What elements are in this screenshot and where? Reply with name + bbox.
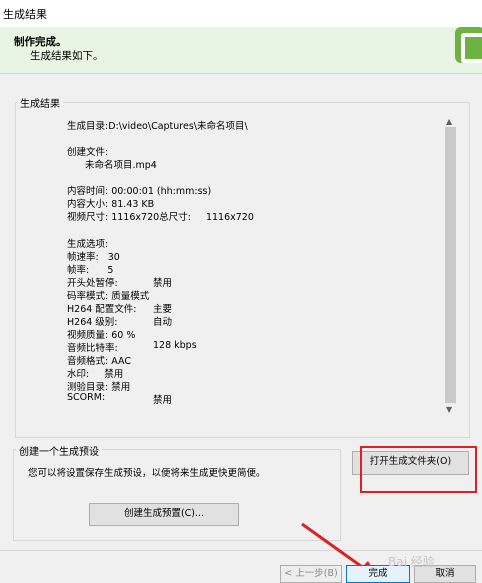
baidu-watermark: Bai 经验 xyxy=(388,555,435,569)
annotation-arrow-icon xyxy=(301,522,378,578)
back-button[interactable]: < 上一步(B) xyxy=(280,565,342,583)
